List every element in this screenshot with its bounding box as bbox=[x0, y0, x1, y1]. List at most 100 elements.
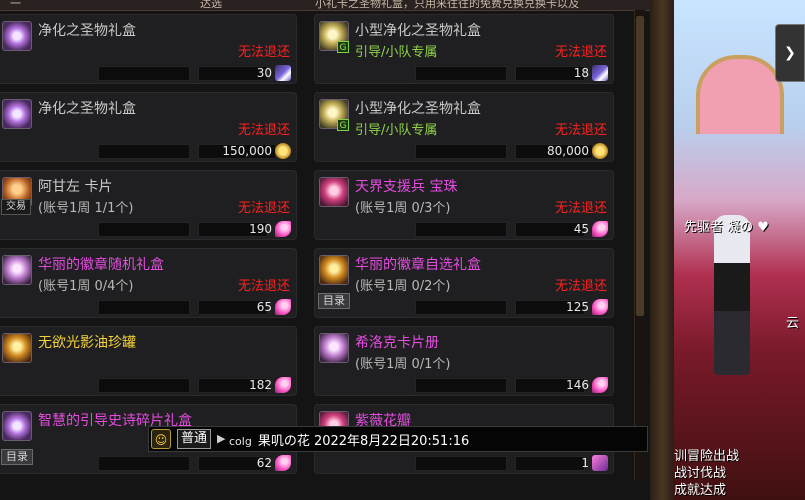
no-refund-label: 无法退还 bbox=[237, 201, 290, 216]
petal-icon bbox=[275, 299, 291, 315]
item-name: 小型净化之圣物礼盒 bbox=[355, 101, 481, 117]
item-limit: (账号1周 0/4个) bbox=[38, 279, 134, 294]
item-price: 30 bbox=[256, 66, 272, 80]
gem-icon bbox=[275, 65, 291, 81]
item-name: 希洛克卡片册 bbox=[355, 335, 439, 351]
item-name: 无欲光影油珍罐 bbox=[38, 335, 136, 351]
gold-coin-icon bbox=[592, 143, 608, 159]
item-restriction: 引导/小队专属 bbox=[355, 123, 438, 138]
item-price: 65 bbox=[256, 300, 272, 314]
petal-icon bbox=[592, 221, 608, 237]
no-refund-label: 无法退还 bbox=[554, 201, 607, 216]
quantity-slot bbox=[415, 222, 507, 237]
item-name: 净化之圣物礼盒 bbox=[38, 101, 136, 117]
no-refund-label: 无法退还 bbox=[237, 123, 290, 138]
cloud-label: 云 bbox=[786, 316, 800, 331]
emblem-select-box-icon bbox=[319, 255, 349, 285]
guide-badge-icon: G bbox=[337, 119, 349, 131]
quantity-slot bbox=[98, 144, 190, 159]
holy-relic-box-icon bbox=[2, 99, 32, 129]
chat-channel-selector[interactable]: 普通 bbox=[177, 429, 212, 449]
item-price: 190 bbox=[249, 222, 272, 236]
game-scene: 先驱者 凝の ♥ ❯ 云 训冒险出战 战讨伐战 成就达成 bbox=[674, 0, 805, 500]
quantity-slot bbox=[98, 378, 190, 393]
price-slot bbox=[515, 456, 585, 471]
channel-arrow-icon: ▶ bbox=[217, 432, 226, 445]
top-strip-notice: 小礼卡之圣物礼盒，只用来往往的免费兑换兑换卡以及 bbox=[315, 0, 579, 10]
quantity-slot bbox=[98, 300, 190, 315]
item-price: 62 bbox=[256, 456, 272, 470]
epic-fragment-box-icon bbox=[2, 411, 32, 441]
petal-icon bbox=[275, 221, 291, 237]
petal-icon bbox=[275, 455, 291, 471]
support-soldier-orb-icon bbox=[319, 177, 349, 207]
item-price: 80,000 bbox=[547, 144, 589, 158]
chat-input-bar[interactable]: ☺ 普通 ▶ colg 果叽の花 2022年8月22日20:51:16 bbox=[148, 426, 648, 452]
square-currency-icon bbox=[592, 455, 608, 471]
chat-username: colg bbox=[229, 435, 252, 448]
quantity-slot bbox=[98, 222, 190, 237]
gem-icon bbox=[592, 65, 608, 81]
chat-message-line: colg 果叽の花 2022年8月22日20:51:16 bbox=[229, 430, 469, 449]
quantity-slot bbox=[415, 66, 507, 81]
quantity-slot bbox=[415, 300, 507, 315]
tradeable-badge: 交易 bbox=[1, 199, 31, 215]
item-price: 125 bbox=[566, 300, 589, 314]
character-name-label: 先驱者 凝の ♥ bbox=[684, 220, 769, 235]
shop-item-card[interactable]: 天界支援兵 宝珠 (账号1周 0/3个) 无法退还 45 bbox=[314, 170, 614, 240]
item-price: 146 bbox=[566, 378, 589, 392]
item-name: 华丽的徽章随机礼盒 bbox=[38, 257, 164, 273]
item-restriction: 引导/小队专属 bbox=[355, 45, 438, 60]
shop-item-card[interactable]: 净化之圣物礼盒 无法退还 150,000 bbox=[0, 92, 297, 162]
shop-item-card[interactable]: 目录 华丽的徽章自选礼盒 (账号1周 0/2个) 无法退还 125 bbox=[314, 248, 614, 318]
quest-tracker-text: 训冒险出战 战讨伐战 成就达成 bbox=[674, 449, 740, 498]
guide-badge-icon: G bbox=[337, 41, 349, 53]
chat-message: 果叽の花 2022年8月22日20:51:16 bbox=[257, 434, 470, 449]
item-price: 45 bbox=[573, 222, 589, 236]
top-strip-text-mid: 达选 bbox=[200, 0, 222, 10]
player-character[interactable] bbox=[714, 215, 750, 375]
no-refund-label: 无法退还 bbox=[554, 45, 607, 60]
top-tab-strip: 一 达选 小礼卡之圣物礼盒，只用来往往的免费兑换兑换卡以及 bbox=[0, 0, 655, 11]
shop-item-card[interactable]: 希洛克卡片册 (账号1周 0/1个) 146 bbox=[314, 326, 614, 396]
item-limit: (账号1周 0/1个) bbox=[355, 357, 451, 372]
decorative-arch bbox=[696, 55, 784, 134]
quantity-slot bbox=[98, 66, 190, 81]
shop-window: 一 达选 小礼卡之圣物礼盒，只用来往往的免费兑换兑换卡以及 净化之圣物礼盒 无法… bbox=[0, 0, 655, 500]
item-price: 18 bbox=[573, 66, 589, 80]
shop-item-card[interactable]: 华丽的徽章随机礼盒 (账号1周 0/4个) 无法退还 65 bbox=[0, 248, 297, 318]
petal-icon bbox=[592, 377, 608, 393]
shop-item-card[interactable]: 无欲光影油珍罐 182 bbox=[0, 326, 297, 396]
catalog-button[interactable]: 目录 bbox=[318, 293, 350, 309]
petal-icon bbox=[592, 299, 608, 315]
catalog-button[interactable]: 目录 bbox=[1, 449, 33, 465]
item-limit: (账号1周 0/3个) bbox=[355, 201, 451, 216]
top-strip-text-left: 一 bbox=[10, 0, 21, 10]
shop-item-card[interactable]: G 小型净化之圣物礼盒 引导/小队专属 无法退还 80,000 bbox=[314, 92, 614, 162]
item-price: 182 bbox=[249, 378, 272, 392]
siroco-card-album-icon bbox=[319, 333, 349, 363]
quantity-slot bbox=[415, 456, 507, 471]
item-name: 阿甘左 卡片 bbox=[38, 179, 113, 195]
shop-item-card[interactable]: 交易 阿甘左 卡片 (账号1周 1/1个) 无法退还 190 bbox=[0, 170, 297, 240]
oil-jar-icon bbox=[2, 333, 32, 363]
item-name: 净化之圣物礼盒 bbox=[38, 23, 136, 39]
item-price: 150,000 bbox=[222, 144, 272, 158]
shop-item-card[interactable]: G 小型净化之圣物礼盒 引导/小队专属 无法退还 18 bbox=[314, 14, 614, 84]
holy-relic-box-icon bbox=[2, 21, 32, 51]
shop-item-card[interactable]: 净化之圣物礼盒 无法退还 30 bbox=[0, 14, 297, 84]
gold-coin-icon bbox=[275, 143, 291, 159]
window-frame-border bbox=[650, 0, 674, 500]
emblem-random-box-icon bbox=[2, 255, 32, 285]
item-name: 天界支援兵 宝珠 bbox=[355, 179, 458, 195]
item-list-scrollbar[interactable] bbox=[634, 10, 645, 480]
side-panel-toggle-button[interactable]: ❯ bbox=[775, 24, 805, 82]
quantity-slot bbox=[98, 456, 190, 471]
emoticon-icon[interactable]: ☺ bbox=[151, 429, 171, 449]
no-refund-label: 无法退还 bbox=[237, 279, 290, 294]
quantity-slot bbox=[415, 378, 507, 393]
scrollbar-thumb[interactable] bbox=[636, 16, 644, 316]
no-refund-label: 无法退还 bbox=[237, 45, 290, 60]
petal-icon bbox=[275, 377, 291, 393]
item-name: 小型净化之圣物礼盒 bbox=[355, 23, 481, 39]
